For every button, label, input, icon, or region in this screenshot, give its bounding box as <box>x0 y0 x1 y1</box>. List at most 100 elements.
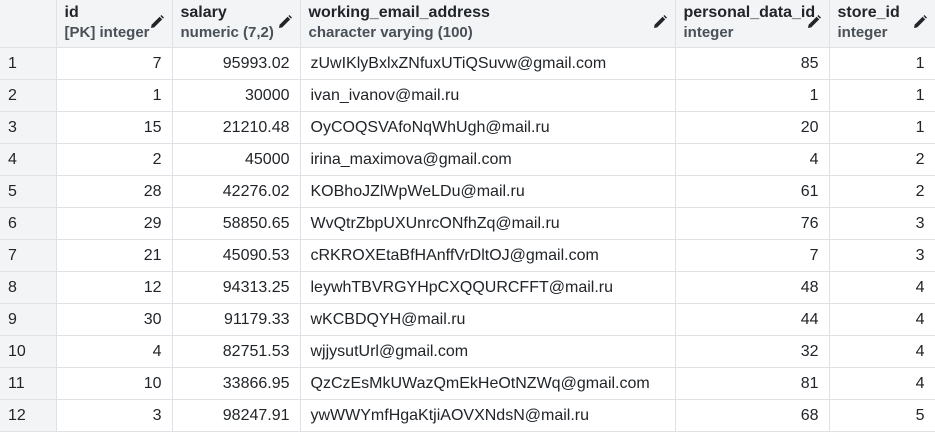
column-header-working-email-address[interactable]: working_email_address character varying … <box>300 0 676 48</box>
cell-salary[interactable]: 21210.48 <box>172 111 301 144</box>
cell-personal-data-id[interactable]: 4 <box>675 143 830 176</box>
cell-salary[interactable]: 45090.53 <box>172 239 301 272</box>
cell-store-id[interactable]: 4 <box>829 367 935 400</box>
column-header-store-id[interactable]: store_id integer <box>829 0 935 48</box>
table-row[interactable]: 3 15 21210.48 OyCOQSVAfoNqWhUgh@mail.ru … <box>0 111 935 144</box>
table-row[interactable]: 12 3 98247.91 ywWWYmfHgaKtjiAOVXNdsN@mai… <box>0 399 935 432</box>
cell-email[interactable]: ivan_ivanov@mail.ru <box>300 79 676 112</box>
cell-id[interactable]: 29 <box>56 207 173 240</box>
cell-email[interactable]: QzCzEsMkUWazQmEkHeOtNZWq@gmail.com <box>300 367 676 400</box>
cell-salary[interactable]: 30000 <box>172 79 301 112</box>
cell-store-id[interactable]: 4 <box>829 303 935 336</box>
row-number[interactable]: 2 <box>0 79 57 112</box>
row-number[interactable]: 7 <box>0 239 57 272</box>
cell-personal-data-id[interactable]: 48 <box>675 271 830 304</box>
cell-personal-data-id[interactable]: 7 <box>675 239 830 272</box>
cell-store-id[interactable]: 5 <box>829 399 935 432</box>
column-header-personal-data-id[interactable]: personal_data_id integer <box>675 0 830 48</box>
row-number[interactable]: 6 <box>0 207 57 240</box>
table-row[interactable]: 11 10 33866.95 QzCzEsMkUWazQmEkHeOtNZWq@… <box>0 367 935 400</box>
row-number[interactable]: 5 <box>0 175 57 208</box>
cell-store-id[interactable]: 3 <box>829 207 935 240</box>
cell-email[interactable]: zUwIKlyBxlxZNfuxUTiQSuvw@gmail.com <box>300 47 676 80</box>
cell-store-id[interactable]: 2 <box>829 175 935 208</box>
cell-salary[interactable]: 82751.53 <box>172 335 301 368</box>
cell-salary[interactable]: 94313.25 <box>172 271 301 304</box>
cell-personal-data-id[interactable]: 61 <box>675 175 830 208</box>
cell-store-id[interactable]: 3 <box>829 239 935 272</box>
row-number[interactable]: 3 <box>0 111 57 144</box>
row-number[interactable]: 9 <box>0 303 57 336</box>
column-header-salary[interactable]: salary numeric (7,2) <box>172 0 301 48</box>
column-type: character varying (100) <box>308 24 473 41</box>
cell-salary[interactable]: 58850.65 <box>172 207 301 240</box>
cell-personal-data-id[interactable]: 20 <box>675 111 830 144</box>
cell-store-id[interactable]: 4 <box>829 271 935 304</box>
cell-store-id[interactable]: 1 <box>829 47 935 80</box>
cell-store-id[interactable]: 4 <box>829 335 935 368</box>
cell-personal-data-id[interactable]: 44 <box>675 303 830 336</box>
cell-store-id[interactable]: 1 <box>829 79 935 112</box>
cell-id[interactable]: 2 <box>56 143 173 176</box>
table-row[interactable]: 8 12 94313.25 leywhTBVRGYHpCXQQURCFFT@ma… <box>0 271 935 304</box>
row-number-header-corner[interactable] <box>0 0 57 48</box>
cell-salary[interactable]: 33866.95 <box>172 367 301 400</box>
cell-store-id[interactable]: 1 <box>829 111 935 144</box>
cell-salary[interactable]: 45000 <box>172 143 301 176</box>
cell-id[interactable]: 4 <box>56 335 173 368</box>
cell-email[interactable]: irina_maximova@gmail.com <box>300 143 676 176</box>
cell-salary[interactable]: 91179.33 <box>172 303 301 336</box>
cell-email[interactable]: OyCOQSVAfoNqWhUgh@mail.ru <box>300 111 676 144</box>
cell-salary[interactable]: 98247.91 <box>172 399 301 432</box>
cell-email[interactable]: leywhTBVRGYHpCXQQURCFFT@mail.ru <box>300 271 676 304</box>
column-header-id[interactable]: id [PK] integer <box>56 0 173 48</box>
cell-id[interactable]: 15 <box>56 111 173 144</box>
cell-personal-data-id[interactable]: 85 <box>675 47 830 80</box>
cell-id[interactable]: 30 <box>56 303 173 336</box>
cell-store-id[interactable]: 2 <box>829 143 935 176</box>
cell-id[interactable]: 21 <box>56 239 173 272</box>
row-number[interactable]: 8 <box>0 271 57 304</box>
cell-personal-data-id[interactable]: 32 <box>675 335 830 368</box>
cell-id[interactable]: 28 <box>56 175 173 208</box>
row-number[interactable]: 11 <box>0 367 57 400</box>
cell-salary[interactable]: 95993.02 <box>172 47 301 80</box>
pencil-icon[interactable] <box>148 13 166 31</box>
column-type: integer <box>683 24 734 41</box>
row-number[interactable]: 10 <box>0 335 57 368</box>
cell-id[interactable]: 7 <box>56 47 173 80</box>
table-row[interactable]: 6 29 58850.65 WvQtrZbpUXUnrcONfhZq@mail.… <box>0 207 935 240</box>
row-number[interactable]: 12 <box>0 399 57 432</box>
column-name: working_email_address <box>308 4 490 21</box>
row-number[interactable]: 4 <box>0 143 57 176</box>
table-row[interactable]: 4 2 45000 irina_maximova@gmail.com 4 2 <box>0 143 935 176</box>
cell-id[interactable]: 12 <box>56 271 173 304</box>
cell-personal-data-id[interactable]: 76 <box>675 207 830 240</box>
cell-email[interactable]: cRKROXEtaBfHAnffVrDltOJ@gmail.com <box>300 239 676 272</box>
cell-salary[interactable]: 42276.02 <box>172 175 301 208</box>
cell-email[interactable]: wjjysutUrl@gmail.com <box>300 335 676 368</box>
table-row[interactable]: 2 1 30000 ivan_ivanov@mail.ru 1 1 <box>0 79 935 112</box>
cell-email[interactable]: KOBhoJZlWpWeLDu@mail.ru <box>300 175 676 208</box>
cell-id[interactable]: 3 <box>56 399 173 432</box>
cell-id[interactable]: 10 <box>56 367 173 400</box>
table-row[interactable]: 10 4 82751.53 wjjysutUrl@gmail.com 32 4 <box>0 335 935 368</box>
table-row[interactable]: 9 30 91179.33 wKCBDQYH@mail.ru 44 4 <box>0 303 935 336</box>
table-row[interactable]: 5 28 42276.02 KOBhoJZlWpWeLDu@mail.ru 61… <box>0 175 935 208</box>
pencil-icon[interactable] <box>911 13 929 31</box>
cell-email[interactable]: wKCBDQYH@mail.ru <box>300 303 676 336</box>
cell-email[interactable]: ywWWYmfHgaKtjiAOVXNdsN@mail.ru <box>300 399 676 432</box>
pencil-icon[interactable] <box>805 13 823 31</box>
cell-id[interactable]: 1 <box>56 79 173 112</box>
cell-email[interactable]: WvQtrZbpUXUnrcONfhZq@mail.ru <box>300 207 676 240</box>
pencil-icon[interactable] <box>651 13 669 31</box>
cell-personal-data-id[interactable]: 1 <box>675 79 830 112</box>
header-row: id [PK] integer salary numeric (7,2) wor… <box>0 0 935 48</box>
pencil-icon[interactable] <box>276 13 294 31</box>
row-number[interactable]: 1 <box>0 47 57 80</box>
cell-personal-data-id[interactable]: 81 <box>675 367 830 400</box>
table-row[interactable]: 7 21 45090.53 cRKROXEtaBfHAnffVrDltOJ@gm… <box>0 239 935 272</box>
cell-personal-data-id[interactable]: 68 <box>675 399 830 432</box>
table-row[interactable]: 1 7 95993.02 zUwIKlyBxlxZNfuxUTiQSuvw@gm… <box>0 47 935 80</box>
column-name: personal_data_id <box>683 4 816 21</box>
